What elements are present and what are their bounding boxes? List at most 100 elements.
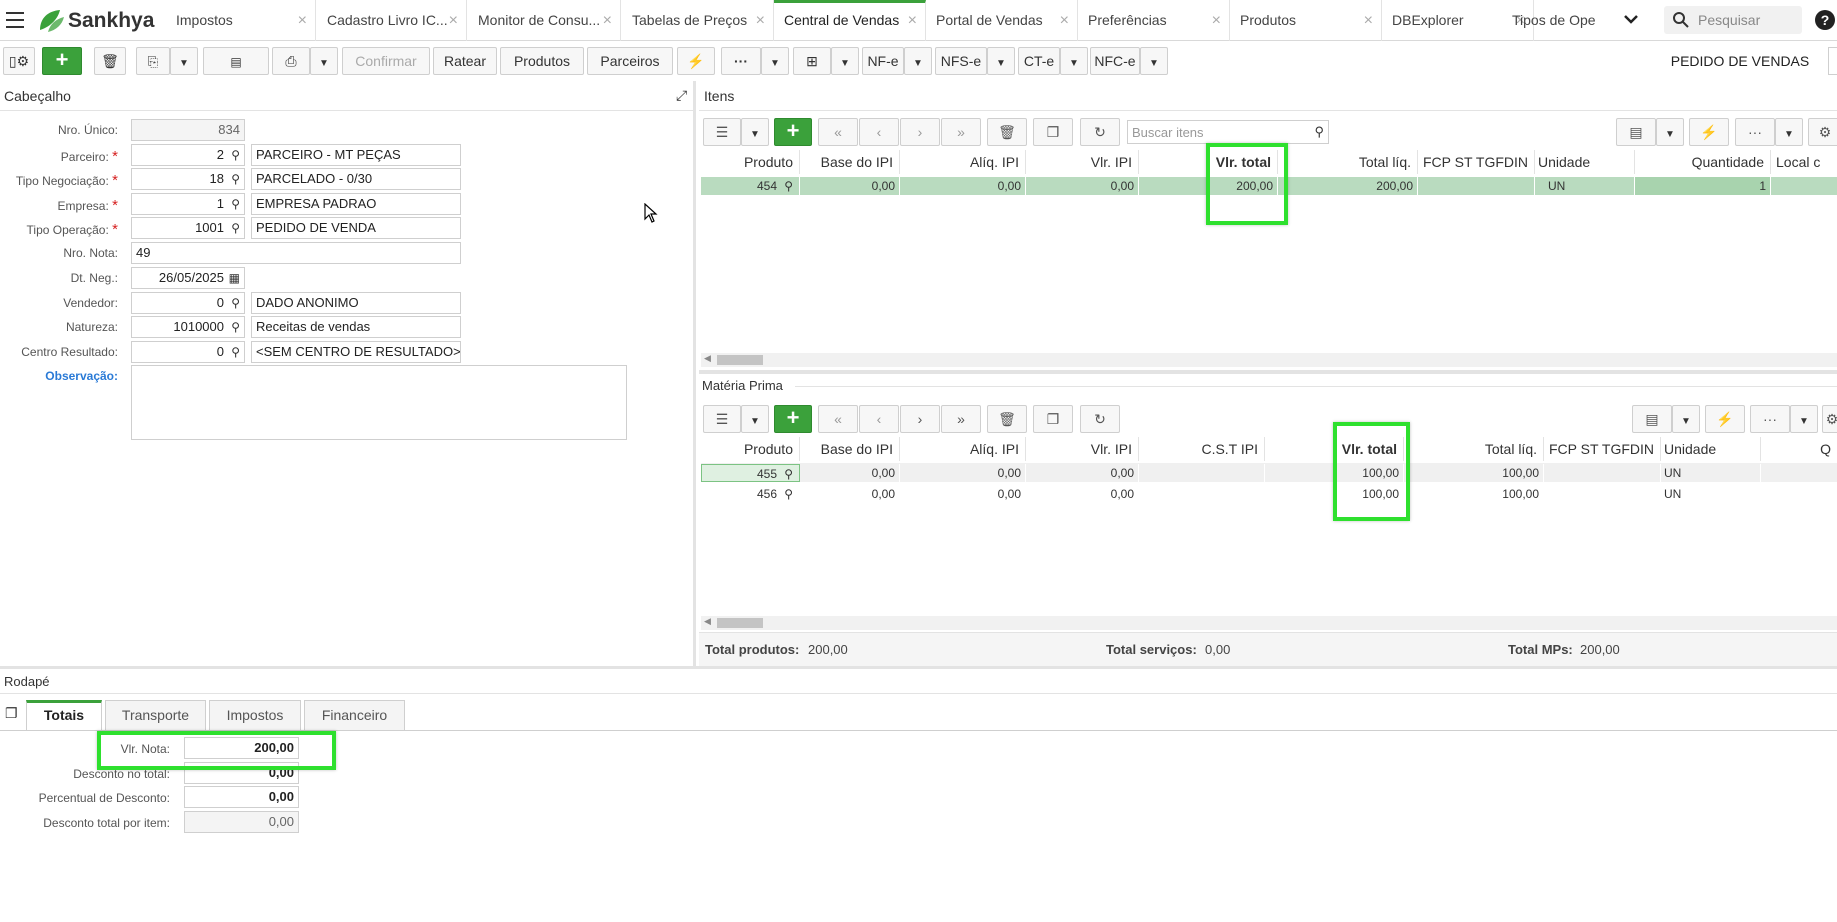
cell-aliq-ipi[interactable]: 0,00 xyxy=(900,485,1026,503)
scroll-thumb[interactable] xyxy=(717,618,763,628)
col-header[interactable]: Unidade xyxy=(1661,437,1761,461)
cell-produto[interactable]: 455 ⚲ xyxy=(701,464,800,482)
tab-totais[interactable]: Totais xyxy=(26,700,102,730)
quick-actions-button[interactable]: ⚡ xyxy=(677,47,715,75)
cell-total-liq[interactable]: 100,00 xyxy=(1404,464,1544,482)
observacao-textarea[interactable] xyxy=(131,365,627,440)
more-options-button[interactable]: ··· xyxy=(721,47,761,75)
col-header[interactable]: Base do IPI xyxy=(800,150,900,174)
mp-list-view-button[interactable]: ☰ xyxy=(703,405,741,433)
col-header[interactable]: Produto xyxy=(701,437,800,461)
search-icon[interactable]: ⚲ xyxy=(784,485,793,503)
col-header[interactable]: Base do IPI xyxy=(800,437,900,461)
tipo-operacao-code-field[interactable]: 1001 ⚲ xyxy=(131,217,245,239)
tab-portal-vendas[interactable]: Portal de Vendas × xyxy=(926,0,1078,41)
natureza-desc-field[interactable]: Receitas de vendas xyxy=(251,316,461,338)
tab-produtos[interactable]: Produtos × xyxy=(1230,0,1382,41)
nfce-dropdown-button[interactable]: ▼ xyxy=(1140,47,1168,75)
col-header[interactable]: Alíq. IPI xyxy=(900,437,1026,461)
mp-export-dropdown-button[interactable]: ▼ xyxy=(1672,405,1700,433)
centro-resultado-desc-field[interactable]: <SEM CENTRO DE RESULTADO> xyxy=(251,341,461,363)
add-button[interactable]: + xyxy=(42,47,82,75)
tipo-negociacao-code-field[interactable]: 18 ⚲ xyxy=(131,168,245,190)
tipo-operacao-desc-field[interactable]: PEDIDO DE VENDA xyxy=(251,217,461,239)
tab-monitor-consulta[interactable]: Monitor de Consu... × xyxy=(468,0,621,41)
scroll-left-icon[interactable]: ◀ xyxy=(704,616,711,627)
mp-actions-button[interactable]: ⚡ xyxy=(1705,405,1745,433)
nfe-dropdown-button[interactable]: ▼ xyxy=(904,47,932,75)
itens-add-button[interactable]: + xyxy=(774,118,812,146)
search-icon[interactable]: ⚲ xyxy=(231,169,240,189)
pdf-button[interactable]: ▤ xyxy=(203,47,269,75)
cell-fcp[interactable] xyxy=(1418,177,1535,195)
col-header[interactable]: Local c xyxy=(1771,150,1837,174)
calendar-icon[interactable]: ▦ xyxy=(229,268,240,288)
itens-actions-button[interactable]: ⚡ xyxy=(1689,118,1729,146)
col-header[interactable]: Unidade xyxy=(1535,150,1635,174)
search-icon[interactable]: ⚲ xyxy=(231,218,240,238)
new-document-button[interactable]: ▯⚙ xyxy=(3,47,35,75)
itens-delete-button[interactable]: 🗑 xyxy=(987,118,1027,146)
col-header[interactable]: C.S.T IPI xyxy=(1139,437,1265,461)
cell-fcp[interactable] xyxy=(1544,485,1661,503)
produtos-button[interactable]: Produtos xyxy=(500,47,584,75)
mp-list-dropdown-button[interactable]: ▼ xyxy=(741,405,769,433)
scroll-left-icon[interactable]: ◀ xyxy=(704,353,711,364)
close-icon[interactable]: × xyxy=(756,0,765,41)
global-search-box[interactable]: Pesquisar xyxy=(1664,6,1802,34)
col-header[interactable]: Alíq. IPI xyxy=(900,150,1026,174)
mp-more-button[interactable]: ··· xyxy=(1750,405,1790,433)
mp-delete-button[interactable]: 🗑 xyxy=(987,405,1027,433)
delete-button[interactable]: 🗑 xyxy=(94,47,126,75)
mp-settings-button[interactable]: ⚙ xyxy=(1822,405,1837,433)
mp-refresh-button[interactable]: ↻ xyxy=(1080,405,1120,433)
tab-impostos[interactable]: Impostos × xyxy=(166,0,316,41)
parceiros-button[interactable]: Parceiros xyxy=(587,47,673,75)
col-header[interactable]: Total líq. xyxy=(1278,150,1418,174)
cell-produto[interactable]: 456 ⚲ xyxy=(701,485,800,503)
search-icon[interactable]: ⚲ xyxy=(231,145,240,165)
cell-total-liq[interactable]: 200,00 xyxy=(1278,177,1418,195)
itens-search-input[interactable]: Buscar itens ⚲ xyxy=(1127,120,1329,144)
close-icon[interactable]: × xyxy=(908,3,917,38)
copy-dropdown-button[interactable]: ▼ xyxy=(170,47,198,75)
tab-cadastro-livro[interactable]: Cadastro Livro IC... × xyxy=(317,0,467,41)
empresa-code-field[interactable]: 1 ⚲ xyxy=(131,193,245,215)
mp-export-button[interactable]: ▤ xyxy=(1632,405,1672,433)
cte-dropdown-button[interactable]: ▼ xyxy=(1060,47,1088,75)
itens-horizontal-scrollbar[interactable]: ◀ xyxy=(701,353,1837,367)
natureza-code-field[interactable]: 1010000 ⚲ xyxy=(131,316,245,338)
empresa-desc-field[interactable]: EMPRESA PADRAO xyxy=(251,193,461,215)
itens-settings-button[interactable]: ⚙ xyxy=(1808,118,1837,146)
mp-more-dropdown-button[interactable]: ▼ xyxy=(1790,405,1818,433)
close-icon[interactable]: × xyxy=(1364,0,1373,41)
mp-copy-button[interactable]: ❐ xyxy=(1033,405,1073,433)
col-header[interactable]: FCP ST TGFDIN xyxy=(1544,437,1661,461)
dt-neg-field[interactable]: 26/05/2025 ▦ xyxy=(131,267,245,289)
centro-resultado-code-field[interactable]: 0 ⚲ xyxy=(131,341,245,363)
parceiro-desc-field[interactable]: PARCEIRO - MT PEÇAS xyxy=(251,144,461,166)
col-header[interactable]: Vlr. IPI xyxy=(1026,150,1139,174)
mp-horizontal-scrollbar[interactable]: ◀ xyxy=(701,616,1837,630)
col-header[interactable]: Vlr. IPI xyxy=(1026,437,1139,461)
mp-first-button[interactable]: « xyxy=(818,405,858,433)
itens-list-view-button[interactable]: ☰ xyxy=(703,118,741,146)
map-dropdown-button[interactable]: ▼ xyxy=(831,47,859,75)
tab-financeiro[interactable]: Financeiro xyxy=(304,700,405,730)
col-header[interactable]: Produto xyxy=(701,150,800,174)
itens-export-button[interactable]: ▤ xyxy=(1616,118,1656,146)
search-icon[interactable]: ⚲ xyxy=(784,465,793,481)
search-icon[interactable]: ⚲ xyxy=(231,342,240,362)
sankhya-logo[interactable]: Sankhya xyxy=(36,8,154,34)
close-icon[interactable]: × xyxy=(1060,0,1069,41)
cell-produto[interactable]: 454 ⚲ xyxy=(701,177,800,195)
nfse-dropdown-button[interactable]: ▼ xyxy=(987,47,1015,75)
search-icon[interactable]: ⚲ xyxy=(231,194,240,214)
vendedor-desc-field[interactable]: DADO ANONIMO xyxy=(251,292,461,314)
cell-fcp[interactable] xyxy=(1544,464,1661,482)
itens-copy-button[interactable]: ❐ xyxy=(1033,118,1073,146)
cell-base-ipi[interactable]: 0,00 xyxy=(800,177,900,195)
tab-tipos-operacao[interactable]: Tipos de Ope xyxy=(1502,0,1632,41)
more-options-dropdown-button[interactable]: ▼ xyxy=(761,47,789,75)
print-dropdown-button[interactable]: ▼ xyxy=(310,47,338,75)
